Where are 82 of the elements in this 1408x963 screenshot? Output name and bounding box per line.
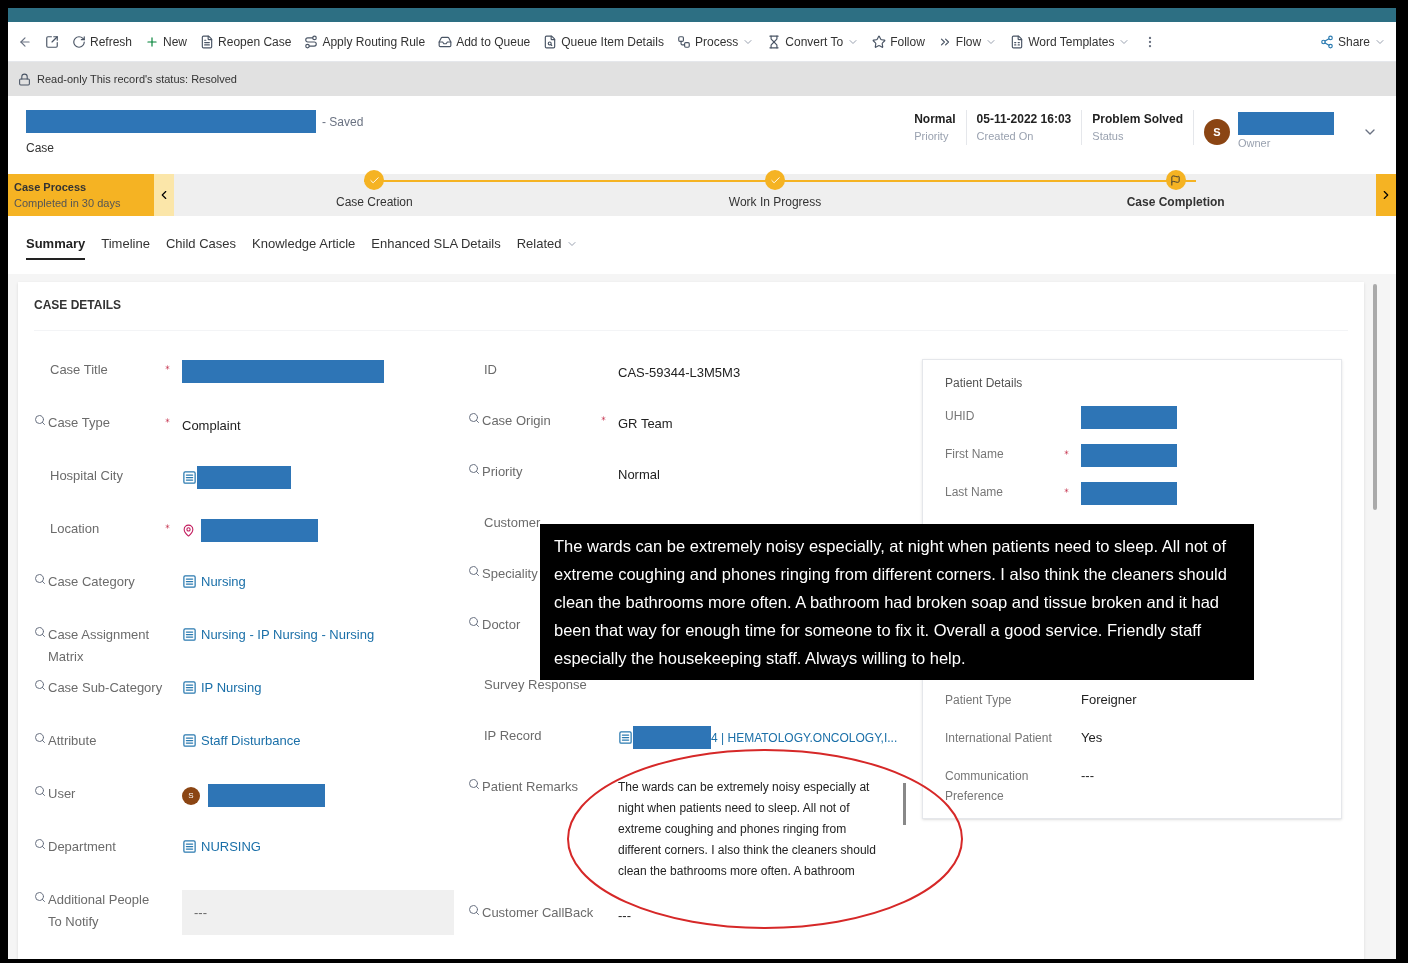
field-value: CAS-59344-L3M5M3 — [618, 365, 741, 380]
header-label: Created On — [976, 129, 1035, 144]
tab[interactable]: Summary — [26, 230, 86, 260]
field-label: First Name — [945, 446, 1005, 463]
field-label: Case Sub-Category — [48, 679, 163, 697]
field-label: Department — [48, 838, 116, 856]
field-label: International Patient — [945, 730, 1053, 747]
card-title: Patient Details — [945, 375, 1024, 392]
field-label: Case Type — [48, 414, 110, 432]
stage-label[interactable]: Work In Progress — [728, 193, 822, 211]
field-value: --- — [618, 908, 631, 923]
section-title: CASE DETAILS — [34, 296, 1348, 331]
field-label: ID — [484, 361, 497, 379]
entity-name: Case — [26, 140, 55, 157]
field-label: Customer — [484, 514, 541, 532]
tab[interactable]: Enhanced SLA Details — [371, 230, 501, 260]
tab[interactable]: Timeline — [101, 230, 150, 260]
field-label: Last Name — [945, 484, 1005, 501]
field-label: Doctor — [482, 616, 521, 634]
lookup-link[interactable]: Nursing - IP Nursing - Nursing — [182, 625, 375, 645]
notice-text: Read-only This record's status: Resolved — [37, 71, 237, 87]
field-label: Case Title — [50, 361, 108, 379]
field-value: Complaint — [182, 418, 241, 433]
tab[interactable]: Related — [516, 230, 578, 260]
field-value: Foreigner — [1081, 691, 1137, 709]
callout-text: The wards can be extremely noisy especially, at night when patients need to sleep. All not of extreme coughing and phones ringing from different corners. I also think the cleaners should clean the bathrooms more often. A bathroom had broken soap and tissue broken and it had been that way for enough time for someone to fix it. Overall a good service. Friendly staff especially the housekeeping staff. Always willing to help. — [554, 536, 1228, 669]
field-value: Yes — [1081, 729, 1103, 747]
lookup-link[interactable]: 4 | HEMATOLOGY.ONCOLOGY,I... — [711, 728, 898, 747]
field-label: Case Category — [48, 573, 135, 591]
toolbar-button[interactable]: Follow — [872, 32, 925, 51]
field-label: Case Origin — [482, 412, 551, 430]
lookup-link[interactable]: IP Nursing — [182, 678, 262, 698]
process-subtitle: Completed in 30 days — [14, 196, 122, 211]
lookup-link[interactable]: NURSING — [182, 837, 261, 857]
input-field[interactable]: --- — [182, 890, 454, 935]
field-label: IP Record — [484, 727, 542, 745]
stage-label[interactable]: Case Creation — [335, 193, 413, 211]
toolbar-button[interactable]: Queue Item Details — [543, 32, 664, 51]
process-title-panel[interactable]: Case Process Completed in 30 days — [8, 174, 154, 216]
toolbar-button[interactable]: New — [145, 32, 188, 51]
header-value: Problem Solved — [1092, 111, 1183, 128]
field-label: Speciality — [482, 565, 538, 583]
field-value: GR Team — [618, 416, 673, 431]
field-label: Additional People To Notify — [48, 891, 151, 931]
toolbar-button[interactable]: Reopen Case — [200, 32, 292, 51]
toolbar-button[interactable]: Word Templates — [1010, 32, 1131, 51]
share-button[interactable]: Share — [1319, 32, 1386, 51]
user-avatar: S — [182, 786, 200, 805]
tab[interactable]: Knowledge Article — [252, 230, 356, 260]
field-label: Priority — [482, 463, 523, 481]
toolbar-button[interactable]: Apply Routing Rule — [304, 32, 426, 51]
field-label: UHID — [945, 408, 976, 425]
remarks-textarea[interactable]: The wards can be extremely noisy especially at night when patients need to sleep. All not of extreme coughing and phones ringing from different corners. I also think the cleaners should clean the bathrooms more often. A bathroom — [618, 777, 908, 889]
field-label: Attribute — [48, 732, 97, 750]
lookup-link[interactable]: Staff Disturbance — [182, 731, 301, 751]
field-label: User — [48, 785, 76, 803]
field-value: Normal — [618, 467, 660, 482]
toolbar-button[interactable]: Process — [676, 32, 755, 51]
field-label: Customer CallBack — [482, 904, 594, 922]
toolbar-button[interactable]: Add to Queue — [438, 32, 531, 51]
header-value: 05-11-2022 16:03 — [976, 111, 1072, 128]
owner-avatar: S — [1204, 118, 1230, 145]
header-label: Owner — [1238, 136, 1272, 151]
lookup-link[interactable]: Nursing — [182, 572, 246, 592]
field-label: Patient Remarks — [482, 778, 579, 796]
field-label: Location — [50, 520, 100, 538]
field-label: Patient Type — [945, 692, 1013, 709]
toolbar-button[interactable]: Refresh — [72, 32, 133, 51]
toolbar-button[interactable]: Convert To — [767, 32, 860, 51]
field-label: Survey Response — [484, 676, 587, 694]
header-label: Priority — [914, 129, 950, 144]
field-label: Communication Preference — [945, 768, 1030, 805]
field-label: Hospital City — [50, 467, 123, 485]
header-label: Status — [1092, 129, 1125, 144]
field-label: Case Assignment Matrix — [48, 626, 151, 666]
toolbar-button[interactable]: Flow — [937, 32, 998, 51]
process-title: Case Process — [14, 179, 88, 195]
stage-label[interactable]: Case Completion — [1126, 193, 1225, 211]
header-value: Normal — [914, 111, 956, 128]
field-value: --- — [1081, 767, 1094, 785]
saved-status: - Saved — [322, 113, 364, 131]
tab[interactable]: Child Cases — [165, 230, 236, 260]
